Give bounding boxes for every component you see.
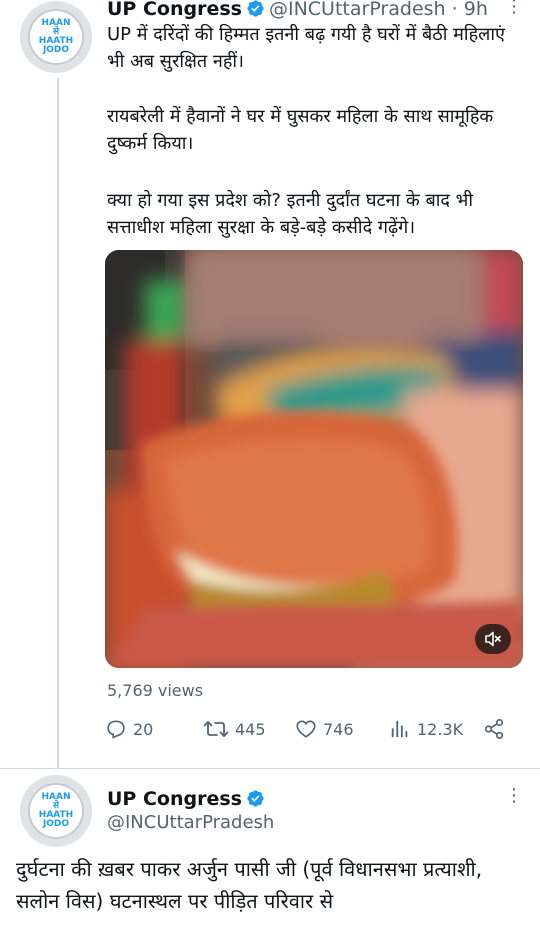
avatar-logo-text: HAAN से HAATH JODO	[38, 792, 74, 829]
avatar-logo-text: HAAN से HAATH JODO	[38, 18, 74, 55]
tweet-actions: 20 445 746 12.3K	[105, 718, 525, 746]
author-name[interactable]: UP Congress	[107, 788, 242, 810]
speaker-muted-icon	[485, 631, 501, 647]
mute-button[interactable]	[475, 624, 511, 654]
tweet-video[interactable]	[105, 250, 523, 668]
views-count: 5,769 views	[107, 681, 204, 700]
author-name[interactable]: UP Congress	[107, 0, 242, 20]
retweet-icon	[203, 721, 229, 737]
retweet-button[interactable]: 445	[203, 718, 266, 740]
tweet1-paragraph-1: UP में दरिंदों की हिम्मत इतनी बढ़ गयी है…	[107, 24, 505, 72]
separator: ·	[451, 0, 458, 20]
video-thumbnail	[105, 250, 523, 668]
thread-line	[57, 78, 59, 768]
like-button[interactable]: 746	[295, 718, 354, 740]
tweet2-header: UP Congress	[107, 787, 269, 814]
share-icon	[484, 719, 504, 739]
tweet-time[interactable]: 9h	[464, 0, 488, 20]
more-options-icon[interactable]: ⋮	[505, 0, 523, 17]
tweet1-avatar[interactable]: HAAN से HAATH JODO	[20, 1, 92, 73]
retweet-count: 445	[235, 719, 266, 739]
reply-button[interactable]: 20	[105, 718, 153, 740]
tweet2-avatar[interactable]: HAAN से HAATH JODO	[20, 775, 92, 847]
author-handle[interactable]: @INCUttarPradesh	[107, 812, 274, 834]
tweet-divider	[0, 768, 540, 769]
author-handle[interactable]: @INCUttarPradesh	[269, 0, 446, 20]
tweet1-paragraph-3: क्या हो गया इस प्रदेश को? इतनी दुर्दांत …	[107, 190, 473, 238]
view-count: 12.3K	[417, 719, 464, 739]
like-count: 746	[323, 719, 354, 739]
avatar-logo: HAAN से HAATH JODO	[28, 9, 84, 65]
analytics-bar-icon	[391, 720, 408, 738]
heart-icon	[296, 720, 316, 738]
reply-count: 20	[133, 719, 154, 739]
analytics-button[interactable]: 12.3K	[389, 718, 463, 740]
share-button[interactable]	[483, 718, 505, 740]
tweet1-paragraph-2: रायबरेली में हैवानों ने घर में घुसकर महि…	[107, 106, 494, 154]
more-options-icon[interactable]: ⋮	[505, 785, 523, 806]
reply-icon	[107, 720, 125, 739]
tweet2-text: दुर्घटना की ख़बर पाकर अर्जुन पासी जी (पू…	[16, 857, 483, 913]
verified-badge-icon	[246, 789, 265, 814]
avatar-logo: HAAN से HAATH JODO	[28, 783, 84, 839]
